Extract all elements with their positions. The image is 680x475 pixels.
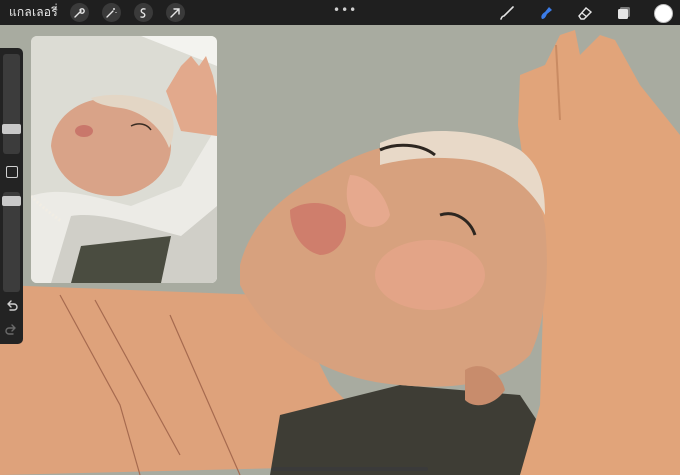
- smudge-icon: [541, 7, 552, 19]
- actions-button[interactable]: [69, 3, 89, 22]
- more-options-button[interactable]: •••: [333, 3, 357, 17]
- adjustments-button[interactable]: [101, 3, 121, 22]
- brush-icon: [500, 6, 514, 20]
- redo-icon[interactable]: [4, 322, 19, 337]
- reference-image[interactable]: [31, 36, 217, 283]
- left-sidebar: [0, 48, 23, 344]
- opacity-thumb[interactable]: [2, 196, 21, 206]
- modify-button[interactable]: [6, 166, 18, 178]
- layers-icon: [618, 7, 630, 19]
- brush-size-thumb[interactable]: [2, 124, 21, 134]
- eraser-icon: [578, 7, 593, 20]
- brush-size-slider[interactable]: [3, 54, 20, 154]
- opacity-slider[interactable]: [3, 192, 20, 292]
- current-color-swatch: [653, 3, 673, 23]
- color-button[interactable]: [652, 3, 674, 23]
- reference-photo: [31, 36, 217, 283]
- brush-button[interactable]: [496, 3, 518, 23]
- transform-arrow-icon: [170, 7, 181, 18]
- home-indicator: [272, 467, 428, 471]
- selection-button[interactable]: [133, 3, 153, 22]
- right-tools: [479, 3, 674, 23]
- selection-icon: [140, 7, 147, 18]
- gallery-button[interactable]: แกลเลอรี่: [9, 3, 58, 22]
- cheek-blush: [375, 240, 485, 310]
- eraser-button[interactable]: [574, 3, 596, 23]
- wrench-icon: [74, 7, 86, 18]
- magic-wand-icon: [106, 7, 117, 18]
- top-toolbar: แกลเลอรี่ •••: [0, 0, 680, 25]
- undo-icon[interactable]: [4, 298, 19, 313]
- layers-button[interactable]: [613, 3, 635, 23]
- transform-button[interactable]: [165, 3, 185, 22]
- smudge-button[interactable]: [535, 3, 557, 23]
- reference-lips: [75, 125, 93, 137]
